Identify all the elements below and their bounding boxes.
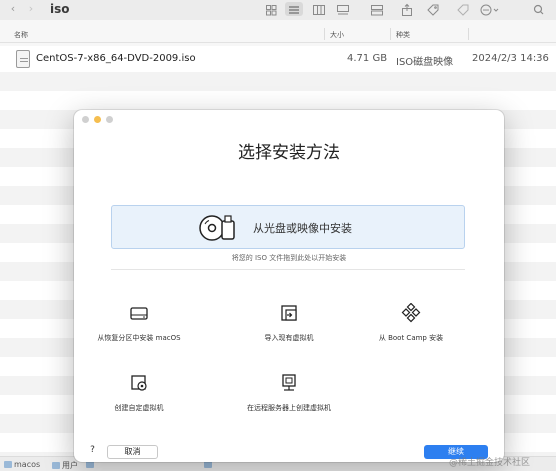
option-label: 创建自定虚拟机	[114, 404, 164, 412]
option-label: 从 Boot Camp 安装	[378, 334, 444, 342]
search-icon	[533, 4, 544, 15]
folder-icon	[86, 461, 94, 468]
tag-button[interactable]	[424, 2, 442, 16]
remote-server-icon	[282, 374, 296, 391]
ellipsis-circle-icon	[480, 4, 499, 16]
column-separator	[390, 28, 391, 40]
dialog-title: 选择安装方法	[238, 143, 340, 163]
option-label: 在远程服务器上创建虚拟机	[247, 404, 331, 412]
help-button[interactable]: ?	[86, 444, 99, 457]
column-separator	[324, 28, 325, 40]
column-name-header[interactable]: 名称	[14, 30, 28, 40]
list-icon	[289, 6, 299, 14]
list-view-button[interactable]	[285, 2, 303, 16]
install-from-boot-camp-option[interactable]: 从 Boot Camp 安装	[336, 302, 486, 343]
tag-icon	[427, 4, 439, 16]
file-date: 2024/2/3 14:36	[472, 53, 549, 64]
path-item-users[interactable]: 用户	[52, 460, 78, 471]
hard-drive-icon	[130, 307, 148, 320]
create-vm-on-remote-server-option[interactable]: 在远程服务器上创建虚拟机	[214, 373, 364, 413]
back-button[interactable]: ‹	[8, 2, 18, 16]
tag-button-2[interactable]	[454, 2, 472, 16]
column-headers: 名称 大小 种类	[0, 25, 556, 43]
forward-button[interactable]: ›	[26, 2, 36, 16]
file-size: 4.71 GB	[347, 53, 388, 64]
group-icon	[371, 5, 383, 16]
close-button[interactable]	[82, 116, 89, 123]
custom-vm-icon	[131, 375, 147, 391]
gallery-view-button[interactable]	[334, 2, 352, 16]
iso-file-icon	[16, 50, 30, 68]
watermark: @稀土掘金技术社区	[449, 458, 531, 468]
window-title: iso	[50, 2, 70, 16]
folder-icon	[52, 462, 60, 469]
install-method-dialog: 选择安装方法 从光盘或映像中安装 将您的 ISO 文件拖到此处以开始安装 从恢复…	[74, 110, 504, 462]
search-button[interactable]	[530, 2, 548, 16]
section-divider	[111, 269, 465, 270]
gallery-icon	[337, 5, 349, 15]
boot-camp-icon	[401, 302, 421, 323]
disk-icon	[4, 461, 12, 468]
install-macos-from-recovery-option[interactable]: 从恢复分区中安装 macOS	[64, 303, 214, 343]
drop-hint-text: 将您的 ISO 文件拖到此处以开始安装	[231, 254, 347, 262]
column-view-button[interactable]	[310, 2, 328, 16]
cancel-button[interactable]: 取消	[107, 445, 158, 459]
share-icon	[402, 3, 412, 16]
group-button[interactable]	[368, 2, 386, 16]
action-menu-button[interactable]	[478, 2, 502, 16]
option-label: 从恢复分区中安装 macOS	[97, 334, 181, 342]
zoom-button[interactable]	[106, 116, 113, 123]
install-from-disc-or-image-option[interactable]: 从光盘或映像中安装	[111, 205, 465, 249]
file-row[interactable]: CentOS-7-x86_64-DVD-2009.iso 4.71 GB ISO…	[0, 46, 556, 72]
disc-option-label: 从光盘或映像中安装	[253, 222, 352, 235]
folder-icon	[204, 461, 212, 468]
file-name: CentOS-7-x86_64-DVD-2009.iso	[36, 53, 196, 64]
import-vm-icon	[281, 305, 297, 321]
path-item-macos[interactable]: macos	[4, 460, 40, 469]
minimize-button[interactable]	[94, 116, 101, 123]
grid-icon	[266, 5, 277, 16]
create-custom-vm-option[interactable]: 创建自定虚拟机	[64, 373, 214, 413]
file-kind: ISO磁盘映像	[396, 57, 454, 68]
column-size-header[interactable]: 大小	[330, 30, 344, 40]
column-kind-header[interactable]: 种类	[396, 30, 410, 40]
share-button[interactable]	[398, 2, 416, 16]
tag-icon	[457, 4, 469, 16]
column-separator	[468, 28, 469, 40]
columns-icon	[313, 5, 325, 15]
disc-and-usb-icon	[199, 215, 235, 241]
finder-toolbar: ‹ › iso	[0, 0, 556, 20]
icon-view-button[interactable]	[262, 2, 280, 16]
